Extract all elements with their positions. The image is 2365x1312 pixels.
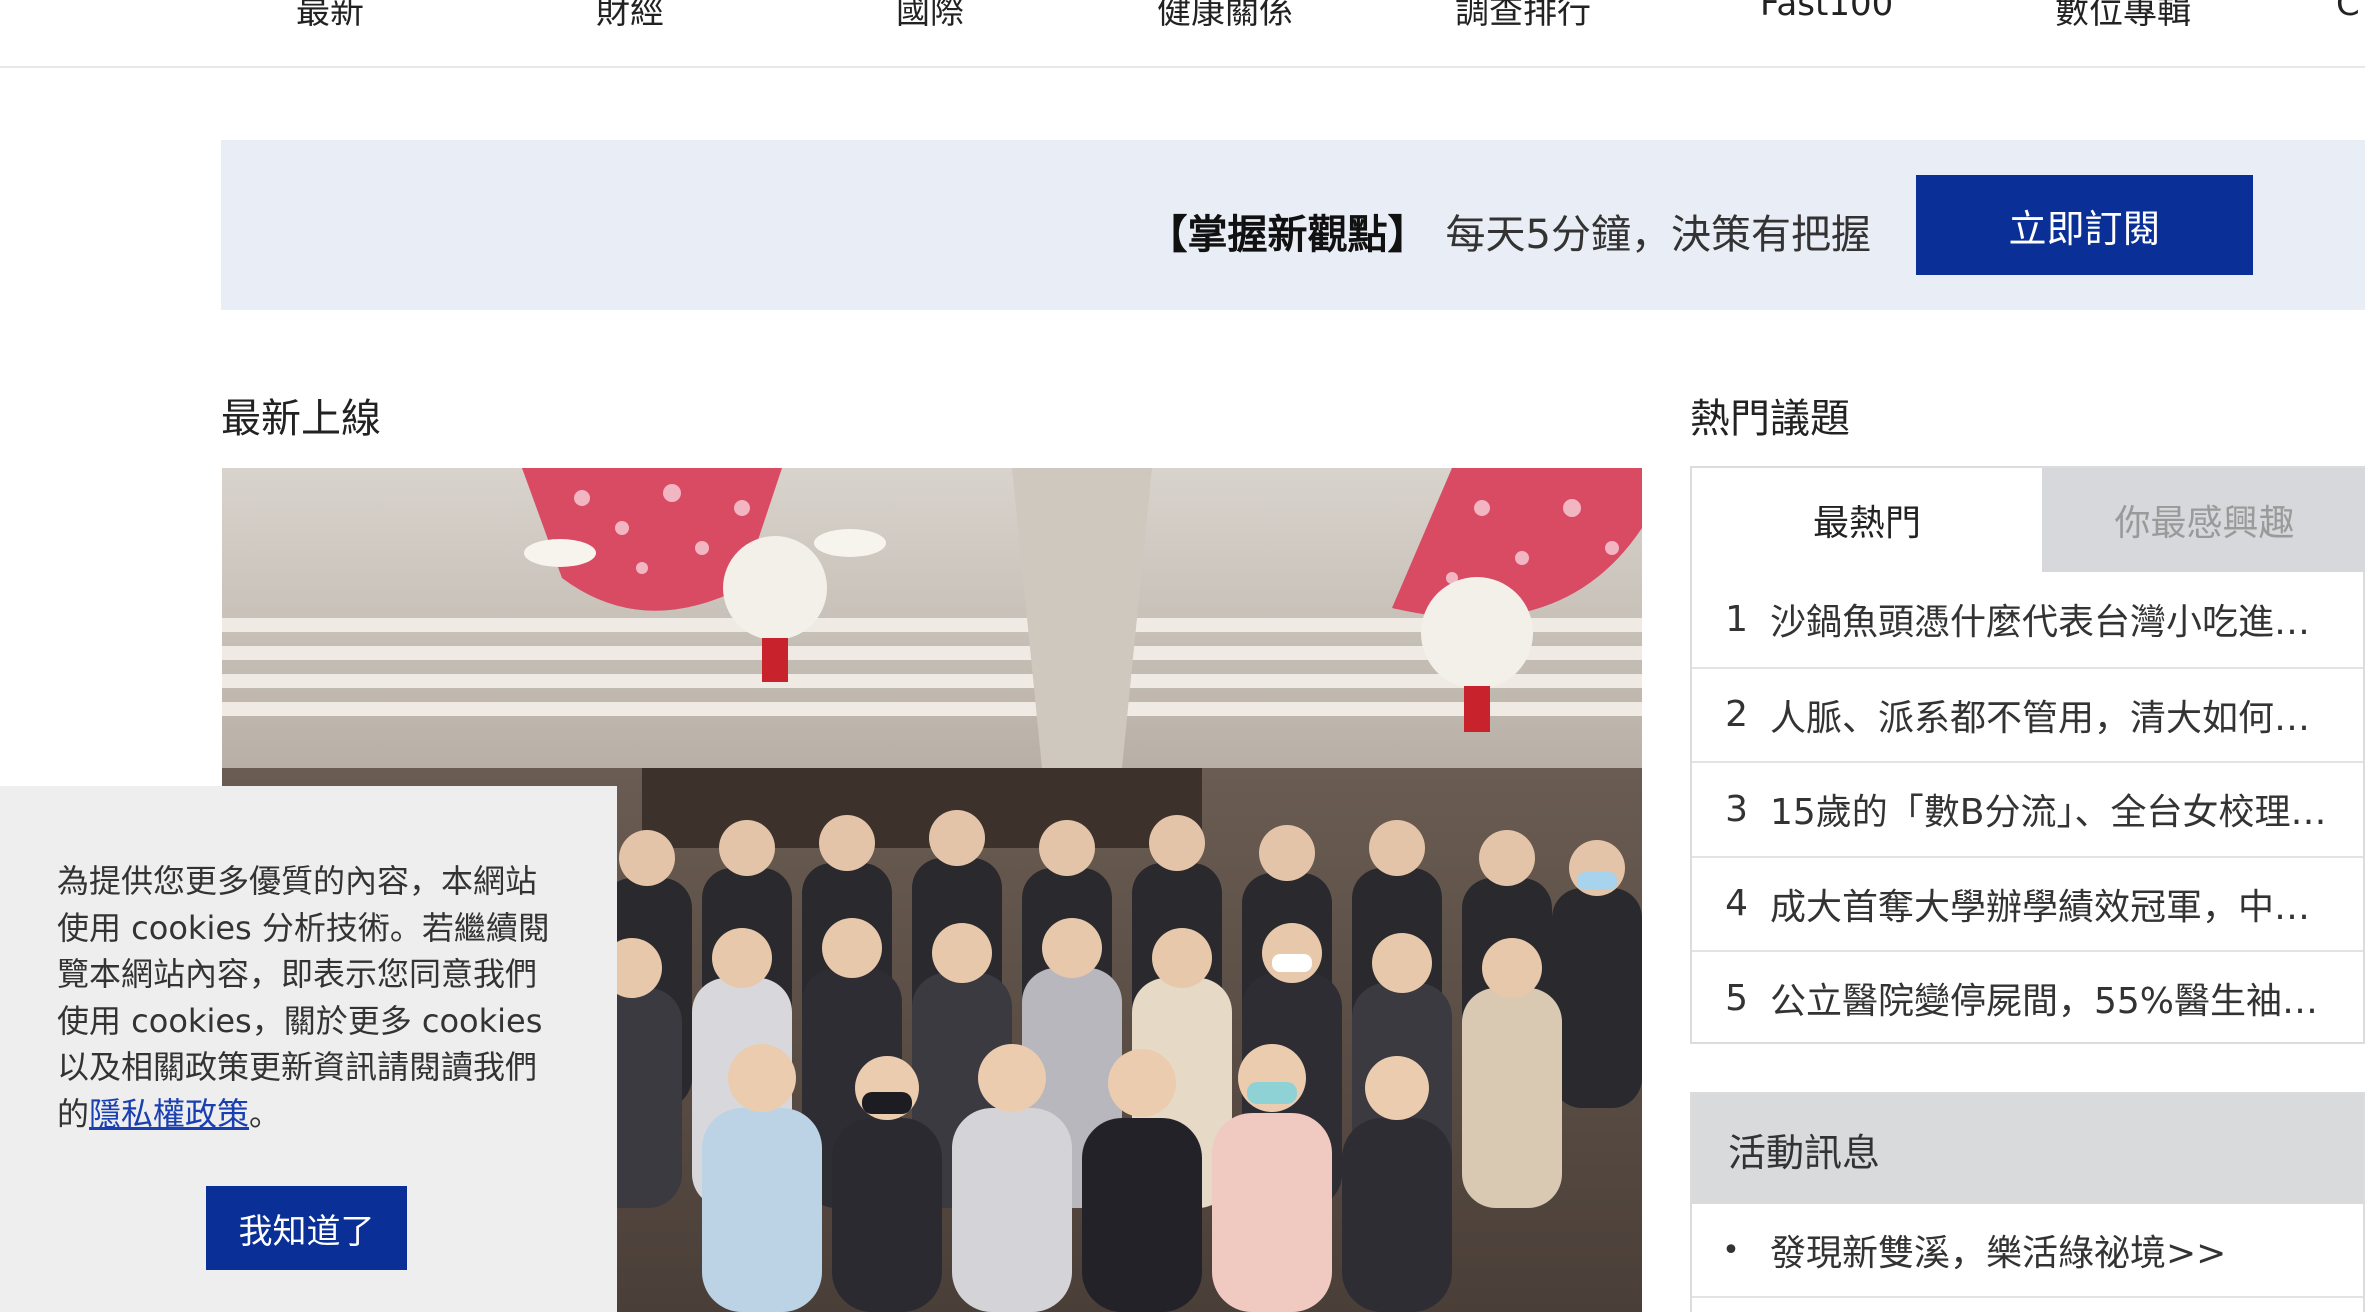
hot-topics-panel: 最熱門 你最感興趣 1 沙鍋魚頭憑什麼代表台灣小吃進… 2 人脈、派系都不管用，… <box>1690 466 2365 1044</box>
hot-topic-item[interactable]: 2 人脈、派系都不管用，清大如何… <box>1692 666 2363 762</box>
nav-item-digital[interactable]: 數位專輯 <box>2055 0 2191 33</box>
nav-item-health[interactable]: 健康關係 <box>1157 0 1293 33</box>
hot-topic-title[interactable]: 15歲的「數B分流」、全台女校理… <box>1770 783 2330 835</box>
hot-topic-item[interactable]: 3 15歲的「數B分流」、全台女校理… <box>1692 761 2363 856</box>
nav-item-finance[interactable]: 財經 <box>596 0 664 33</box>
bullet-icon: • <box>1722 1232 1740 1268</box>
hot-topic-title[interactable]: 人脈、派系都不管用，清大如何… <box>1770 689 2330 741</box>
acknowledge-button[interactable]: 我知道了 <box>206 1186 407 1270</box>
nav-item-international[interactable]: 國際 <box>896 0 964 33</box>
subscribe-button[interactable]: 立即訂閱 <box>1916 175 2253 275</box>
tab-most-popular[interactable]: 最熱門 <box>1692 468 2042 572</box>
rank-number: 5 <box>1725 977 1748 1019</box>
hot-topic-title[interactable]: 成大首奪大學辦學績效冠軍，中… <box>1770 878 2330 930</box>
cookie-message-end: 。 <box>249 1094 282 1133</box>
nav-item-truncated[interactable]: C <box>2336 0 2360 24</box>
events-panel: 活動訊息 • 發現新雙溪，樂活綠祕境>> <box>1690 1092 2365 1312</box>
banner-promo: 【掌握新觀點】 每天5分鐘，決策有把握 <box>221 202 1871 260</box>
nav-item-rankings[interactable]: 調查排行 <box>1455 0 1591 33</box>
event-item[interactable]: • 發現新雙溪，樂活綠祕境>> <box>1692 1204 2363 1298</box>
events-title: 活動訊息 <box>1692 1094 2363 1204</box>
hot-topic-title[interactable]: 沙鍋魚頭憑什麼代表台灣小吃進… <box>1770 593 2330 645</box>
hot-topics-title: 熱門議題 <box>1690 396 1850 442</box>
tab-most-interested[interactable]: 你最感興趣 <box>2042 468 2365 572</box>
nav-item-fast100[interactable]: Fast100 <box>1760 0 1893 24</box>
hot-topic-item[interactable]: 1 沙鍋魚頭憑什麼代表台灣小吃進… <box>1692 572 2363 667</box>
hot-topic-item[interactable]: 4 成大首奪大學辦學績效冠軍，中… <box>1692 855 2363 951</box>
nav-item-latest[interactable]: 最新 <box>296 0 364 33</box>
banner-promo-bold: 【掌握新觀點】 <box>1147 212 1428 258</box>
event-link[interactable]: 發現新雙溪，樂活綠祕境>> <box>1770 1224 2226 1276</box>
rank-number: 4 <box>1725 883 1748 925</box>
hot-topic-title[interactable]: 公立醫院變停屍間，55%醫生袖手… <box>1770 972 2330 1024</box>
subscribe-banner: 【掌握新觀點】 每天5分鐘，決策有把握 立即訂閱 <box>221 140 2365 310</box>
rank-number: 1 <box>1725 598 1748 640</box>
cookie-notice-text: 為提供您更多優質的內容，本網站使用 cookies 分析技術。若繼續閱覽本網站內… <box>57 858 567 1137</box>
rank-number: 2 <box>1725 694 1748 736</box>
cookie-notice: 為提供您更多優質的內容，本網站使用 cookies 分析技術。若繼續閱覽本網站內… <box>0 786 617 1312</box>
hot-topics-tabs: 最熱門 你最感興趣 <box>1692 468 2365 572</box>
privacy-policy-link[interactable]: 隱私權政策 <box>89 1095 249 1133</box>
cookie-message: 為提供您更多優質的內容，本網站使用 cookies 分析技術。若繼續閱覽本網站內… <box>57 862 550 1133</box>
hot-topics-list: 1 沙鍋魚頭憑什麼代表台灣小吃進… 2 人脈、派系都不管用，清大如何… 3 15… <box>1692 572 2363 1045</box>
rank-number: 3 <box>1725 788 1748 830</box>
hot-topic-item[interactable]: 5 公立醫院變停屍間，55%醫生袖手… <box>1692 950 2363 1045</box>
banner-promo-text: 每天5分鐘，決策有把握 <box>1445 212 1871 258</box>
latest-section-title: 最新上線 <box>221 396 381 442</box>
top-navigation: 最新 財經 國際 健康關係 調查排行 Fast100 數位專輯 C <box>0 0 2365 68</box>
